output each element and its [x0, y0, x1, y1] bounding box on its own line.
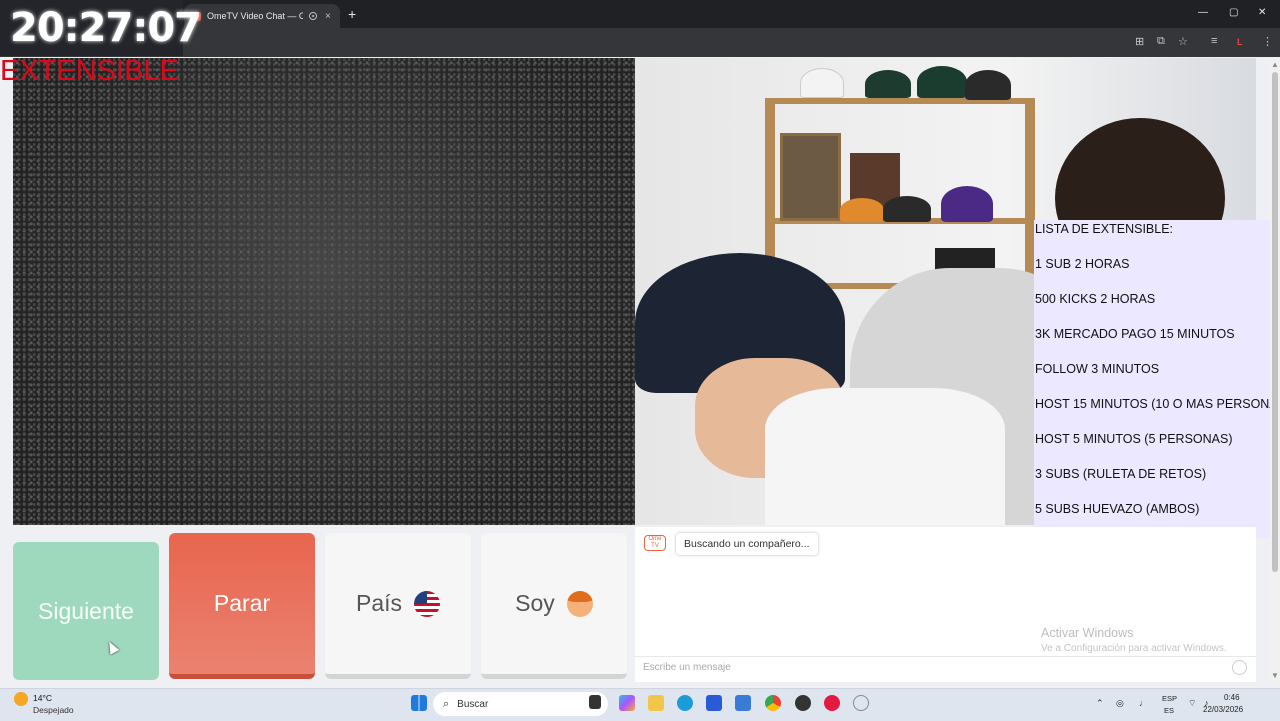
edge-icon[interactable]	[677, 695, 693, 711]
gender-label: Soy	[515, 590, 555, 616]
close-tab-icon[interactable]: ×	[325, 11, 331, 22]
minimize-button[interactable]: —	[1198, 7, 1208, 18]
tab-search-icon[interactable]: ≡	[1211, 35, 1217, 47]
picture-frame	[780, 133, 841, 221]
app-icon[interactable]	[795, 695, 811, 711]
chrome-icon[interactable]	[765, 695, 781, 711]
list-item: 5 SUBS HUEVAZO (AMBOS)	[1035, 502, 1200, 516]
windows-start-icon[interactable]	[411, 695, 427, 711]
store-icon[interactable]	[706, 695, 722, 711]
orange-cap	[840, 198, 884, 222]
tray-overflow-icon[interactable]: ⌃	[1096, 698, 1104, 709]
translate-icon[interactable]: ⊞	[1135, 35, 1144, 48]
search-placeholder: Buscar	[457, 698, 489, 710]
browser-tab[interactable]: OmeTV Video Chat — Ome ×	[184, 4, 340, 28]
ometv-logo-icon: Ome TV	[644, 535, 666, 551]
scroll-up-icon[interactable]: ▲	[1271, 60, 1279, 69]
list-item: HOST 5 MINUTOS (5 PERSONAS)	[1035, 432, 1233, 446]
microphone-icon[interactable]: ♩	[1139, 698, 1148, 708]
black-cap	[965, 70, 1011, 100]
stop-label: Parar	[213, 590, 271, 616]
message-input[interactable]: Escribe un mensaje	[643, 662, 731, 673]
copilot-icon[interactable]	[619, 695, 635, 711]
stop-button[interactable]: Parar	[169, 533, 315, 679]
gender-button[interactable]: Soy	[481, 533, 627, 679]
language-sub[interactable]: ES	[1164, 706, 1174, 715]
tab-title: OmeTV Video Chat — Ome	[207, 11, 303, 21]
media-app-icon[interactable]	[824, 695, 840, 711]
local-video	[13, 58, 635, 525]
weather-icon[interactable]	[14, 692, 28, 706]
country-button[interactable]: País	[325, 533, 471, 679]
windows-activation-title: Activar Windows	[1041, 626, 1134, 640]
maximize-button[interactable]: ▢	[1229, 7, 1238, 18]
extensible-list-panel: LISTA DE EXTENSIBLE: 1 SUB 2 HORAS 500 K…	[1034, 220, 1280, 538]
taskbar-time[interactable]: 0:46	[1224, 693, 1240, 702]
boy-emoji-icon	[566, 590, 593, 617]
taskbar-date[interactable]: 22/03/2026	[1203, 705, 1243, 714]
mail-icon[interactable]	[735, 695, 751, 711]
weather-temp: 14°C	[33, 693, 52, 703]
file-explorer-icon[interactable]	[648, 695, 664, 711]
search-icon: ⌕	[443, 697, 450, 710]
list-item: HOST 15 MINUTOS (10 O MAS PERSONAS)	[1035, 397, 1280, 411]
security-icon[interactable]: ◎	[1116, 698, 1124, 709]
wifi-icon[interactable]: ⌔	[1188, 698, 1196, 709]
profile-avatar[interactable]: L	[1237, 37, 1243, 47]
task-view-icon[interactable]	[589, 695, 601, 709]
language-code[interactable]: ESP	[1162, 694, 1177, 703]
recording-icon	[309, 12, 317, 20]
bookmark-star-icon[interactable]: ☆	[1178, 35, 1188, 48]
person-shirt	[765, 388, 1005, 525]
list-item: 1 SUB 2 HORAS	[1035, 257, 1130, 271]
list-item: FOLLOW 3 MINUTOS	[1035, 362, 1160, 376]
cast-icon[interactable]: ⧉	[1157, 35, 1165, 48]
country-label: País	[355, 590, 403, 616]
scrollbar-thumb[interactable]	[1272, 72, 1278, 572]
new-tab-button[interactable]: +	[348, 6, 356, 22]
next-label: Siguiente	[38, 597, 134, 624]
green-cap	[865, 70, 911, 98]
emoji-icon[interactable]	[1232, 660, 1247, 675]
us-flag-icon	[414, 590, 441, 617]
stream-timer: 20:27:07	[0, 0, 202, 56]
clock-app-icon[interactable]	[853, 695, 869, 711]
green-cap	[917, 66, 967, 98]
list-item: 3K MERCADO PAGO 15 MINUTOS	[1035, 327, 1235, 341]
black-cap	[883, 196, 931, 222]
close-window-button[interactable]: ✕	[1258, 7, 1266, 18]
windows-activation-subtitle: Ve a Configuración para activar Windows.	[1041, 643, 1227, 654]
status-message: Buscando un compañero...	[676, 533, 818, 555]
list-item: LISTA DE EXTENSIBLE:	[1035, 222, 1174, 236]
taskbar-search[interactable]: ⌕ Buscar	[433, 692, 608, 716]
list-item: 3 SUBS (RULETA DE RETOS)	[1035, 467, 1207, 481]
white-cap	[800, 68, 844, 98]
extensible-label: EXTENSIBLE	[0, 55, 179, 87]
list-item: 500 KICKS 2 HORAS	[1035, 292, 1156, 306]
next-button[interactable]: Siguiente	[13, 542, 159, 680]
purple-cap	[941, 186, 993, 222]
windows-taskbar	[0, 688, 1280, 721]
chat-divider	[635, 656, 1256, 657]
more-menu-icon[interactable]: ⋮	[1262, 35, 1273, 48]
scroll-down-icon[interactable]: ▼	[1271, 671, 1279, 680]
weather-desc: Despejado	[33, 705, 74, 715]
